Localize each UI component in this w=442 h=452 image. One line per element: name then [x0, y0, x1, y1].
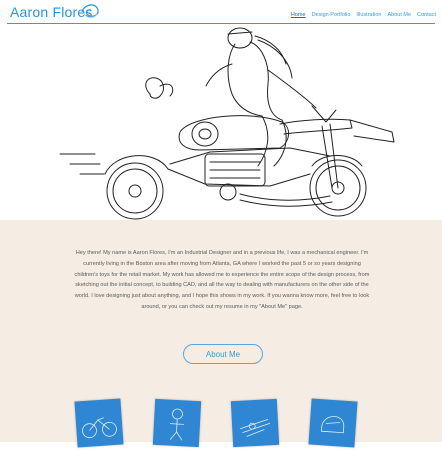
portfolio-thumbnails	[0, 398, 442, 448]
bio-paragraph: Hey there! My name is Aaron Flores, I'm …	[74, 250, 370, 310]
about-me-button[interactable]: About Me	[183, 344, 263, 364]
thumbnail-bicycle[interactable]	[74, 398, 124, 448]
main-nav: Home Design Portfolio Illustration About…	[291, 12, 436, 18]
nav-contact[interactable]: Contact	[417, 12, 436, 18]
tools-sketch-icon	[240, 418, 271, 437]
motorcycle-rider-illustration	[59, 27, 395, 220]
nav-design-portfolio[interactable]: Design Portfolio	[312, 12, 351, 18]
thumbnail-figure[interactable]	[152, 398, 202, 448]
site-header: Aaron Flores Home Design Portfolio Illus…	[0, 0, 442, 24]
nav-about-me[interactable]: About Me	[387, 12, 411, 18]
thumbnail-helmet[interactable]	[308, 398, 358, 448]
hero-illustration	[0, 24, 442, 220]
nav-illustration[interactable]: Illustration	[356, 12, 381, 18]
logo-swirl-icon	[81, 4, 99, 18]
thumbnail-tools[interactable]	[230, 398, 280, 448]
bicycle-sketch-icon	[82, 417, 117, 439]
nav-home[interactable]: Home	[291, 12, 306, 18]
helmet-sketch-icon	[320, 416, 345, 434]
about-section: Hey there! My name is Aaron Flores, I'm …	[0, 220, 442, 448]
figure-sketch-icon	[169, 408, 184, 441]
